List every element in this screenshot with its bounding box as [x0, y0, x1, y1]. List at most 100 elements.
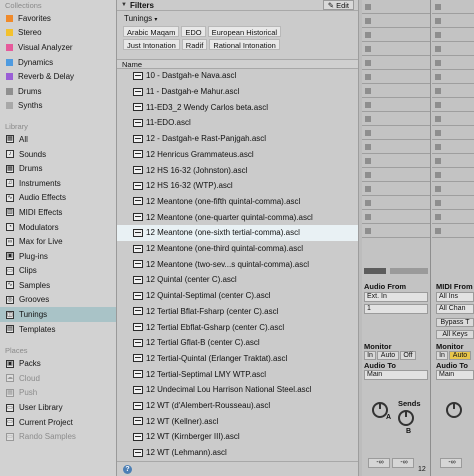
clip-slot[interactable]	[362, 14, 430, 28]
file-row[interactable]: 12 Meantone (one-fifth quintal-comma).as…	[117, 194, 359, 210]
file-row[interactable]: 12 Tertial Ebflat-Gsharp (center C).ascl	[117, 319, 359, 335]
place-user-library[interactable]: ▭ User Library	[0, 400, 116, 415]
pan-readout[interactable]: -∞	[392, 458, 414, 468]
monitor-off-button[interactable]: Off	[400, 351, 416, 360]
clip-slot[interactable]	[362, 42, 430, 56]
collection-stereo[interactable]: Stereo	[0, 26, 116, 41]
file-row[interactable]: 12 Tertial Bflat-Fsharp (center C).ascl	[117, 304, 359, 320]
collapse-triangle-icon[interactable]: ▼	[121, 2, 127, 8]
name-column-header[interactable]: Name	[117, 59, 359, 69]
monitor-in-button-2[interactable]: In	[436, 351, 448, 360]
audio-to-select[interactable]: Main	[364, 370, 428, 380]
collection-favorites[interactable]: Favorites	[0, 11, 116, 26]
clip-slot[interactable]	[362, 210, 430, 224]
clip-slot[interactable]	[362, 70, 430, 84]
clip-slot[interactable]	[432, 0, 474, 14]
tunings-filter-dropdown[interactable]: Tunings ▾	[121, 13, 355, 24]
file-row[interactable]: 12 HS 16-32 (WTP).ascl	[117, 178, 359, 194]
clip-slot[interactable]	[362, 56, 430, 70]
all-keys-toggle[interactable]: All Keys	[436, 330, 474, 339]
tag-arabic-maqam[interactable]: Arabic Maqam	[123, 26, 180, 37]
library-item-max-for-live[interactable]: ∞ Max for Live	[0, 234, 116, 249]
input-channel-select[interactable]: 1	[364, 304, 428, 314]
clip-slot[interactable]	[362, 126, 430, 140]
clip-slot[interactable]	[432, 84, 474, 98]
file-row[interactable]: 12 Tertial Gflat-B (center C).ascl	[117, 335, 359, 351]
midi-channel-select[interactable]: All Chan	[436, 304, 474, 314]
clip-slot[interactable]	[362, 182, 430, 196]
library-item-modulators[interactable]: ◔ Modulators	[0, 220, 116, 235]
library-item-templates[interactable]: ▤ Templates	[0, 322, 116, 337]
library-item-instruments[interactable]: ♫ Instruments	[0, 176, 116, 191]
library-item-drums[interactable]: ▦ Drums	[0, 161, 116, 176]
library-item-all[interactable]: ▦ All	[0, 132, 116, 147]
file-row[interactable]: 12 Meantone (two-sev...s quintal-comma).…	[117, 256, 359, 272]
clip-slot[interactable]	[432, 42, 474, 56]
file-row[interactable]: 12 Meantone (one-third quintal-comma).as…	[117, 241, 359, 257]
clip-slot[interactable]	[432, 98, 474, 112]
file-row[interactable]: 12 Quintal-Septimal (center C).ascl	[117, 288, 359, 304]
clip-slot[interactable]	[432, 112, 474, 126]
tag-rational-intonation[interactable]: Rational Intonation	[209, 39, 280, 50]
clip-slot[interactable]	[362, 28, 430, 42]
library-item-grooves[interactable]: ◎ Grooves	[0, 293, 116, 308]
send-knob-2[interactable]	[446, 402, 462, 418]
collection-drums[interactable]: Drums	[0, 84, 116, 99]
clip-slot[interactable]	[362, 154, 430, 168]
file-row[interactable]: 12 Meantone (one-sixth tertial-comma).as…	[117, 225, 359, 241]
audio-from-select[interactable]: Ext. In	[364, 292, 428, 302]
collection-synths[interactable]: Synths	[0, 99, 116, 114]
library-item-samples[interactable]: ∿ Samples	[0, 278, 116, 293]
collection-dynamics[interactable]: Dynamics	[0, 55, 116, 70]
collection-reverb-delay[interactable]: Reverb & Delay	[0, 69, 116, 84]
file-row[interactable]: 12 Undecimal Lou Harrison National Steel…	[117, 382, 359, 398]
clip-slot[interactable]	[362, 112, 430, 126]
place-packs[interactable]: ▣ Packs	[0, 356, 116, 371]
filter-bar[interactable]: ▼ Filters ✎ Edit	[117, 0, 358, 11]
library-item-plug-ins[interactable]: ▣ Plug-ins	[0, 249, 116, 264]
file-row[interactable]: 12 Henricus Grammateus.ascl	[117, 147, 359, 163]
library-item-tunings[interactable]: ◫ Tunings	[0, 307, 116, 322]
place-rando-samples[interactable]: ▭ Rando Samples	[0, 429, 116, 444]
file-row[interactable]: 12 Tertial-Septimal LMY WTP.ascl	[117, 366, 359, 382]
place-cloud[interactable]: ☁ Cloud	[0, 371, 116, 386]
send-b-knob[interactable]	[398, 410, 414, 426]
bypass-toggle[interactable]: Bypass T	[436, 318, 474, 327]
clip-slot[interactable]	[432, 28, 474, 42]
library-item-sounds[interactable]: ♪ Sounds	[0, 147, 116, 162]
file-row[interactable]: 12 - Dastgah-e Rast-Panjgah.ascl	[117, 131, 359, 147]
clip-slot[interactable]	[432, 224, 474, 238]
library-item-clips[interactable]: ▭ Clips	[0, 264, 116, 279]
file-row[interactable]: 12 WT (d'Alembert-Rousseau).ascl	[117, 398, 359, 414]
file-row[interactable]: 12 HS 16-32 (Johnston).ascl	[117, 162, 359, 178]
clip-slot[interactable]	[432, 210, 474, 224]
tag-edo[interactable]: EDO	[181, 26, 206, 37]
collection-visual-analyzer[interactable]: Visual Analyzer	[0, 40, 116, 55]
file-row[interactable]: 12 WT (Kellner).ascl	[117, 413, 359, 429]
file-row[interactable]: 11 - Dastgah-e Mahur.ascl	[117, 84, 359, 100]
midi-from-select[interactable]: All Ins	[436, 292, 474, 302]
place-current-project[interactable]: ▭ Current Project	[0, 415, 116, 430]
tag-european-historical[interactable]: European Historical	[207, 26, 282, 37]
clip-slot[interactable]	[362, 98, 430, 112]
monitor-in-button[interactable]: In	[364, 351, 376, 360]
monitor-auto-button-2[interactable]: Auto	[449, 351, 471, 360]
stop-clips-button[interactable]	[364, 268, 386, 274]
file-row[interactable]: 12 Meantone (one-quarter quintal-comma).…	[117, 209, 359, 225]
tag-just-intonation[interactable]: Just Intonation	[123, 39, 180, 50]
file-row[interactable]: 10 - Dastgah-e Nava.ascl	[117, 69, 359, 84]
edit-button[interactable]: ✎ Edit	[322, 0, 354, 10]
clip-slot[interactable]	[362, 84, 430, 98]
clip-slot[interactable]	[432, 168, 474, 182]
tag-radif[interactable]: Radif	[181, 39, 208, 50]
clip-slot[interactable]	[362, 140, 430, 154]
place-push[interactable]: ▦ Push	[0, 386, 116, 401]
clip-slot[interactable]	[432, 126, 474, 140]
clip-slot[interactable]	[362, 0, 430, 14]
clip-slot[interactable]	[432, 70, 474, 84]
clip-slot[interactable]	[432, 196, 474, 210]
clip-slot[interactable]	[432, 154, 474, 168]
library-item-midi-effects[interactable]: ▥ MIDI Effects	[0, 205, 116, 220]
clip-slot[interactable]	[362, 168, 430, 182]
clip-slot[interactable]	[432, 56, 474, 70]
